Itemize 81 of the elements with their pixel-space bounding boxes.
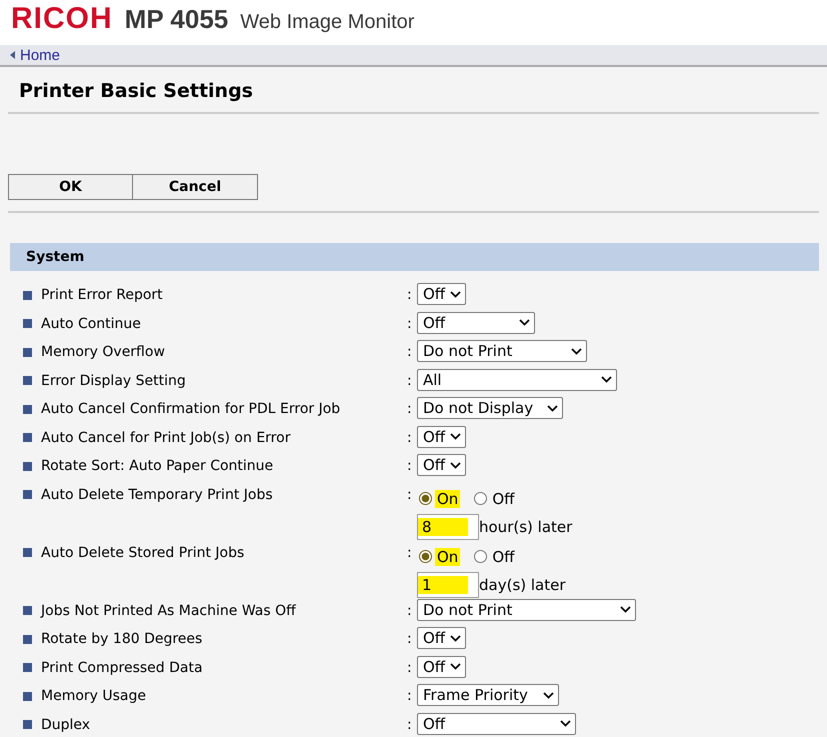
bullet-icon [23, 376, 32, 385]
chevron-icon [601, 376, 612, 383]
setting-label: Memory Overflow [41, 344, 165, 360]
setting-label: Auto Cancel for Print Job(s) on Error [41, 430, 290, 446]
setting-label: Print Error Report [41, 287, 163, 303]
dropdown[interactable]: Off [417, 312, 535, 334]
colon: : [407, 658, 413, 678]
bullet-icon [23, 548, 32, 557]
page-title: Printer Basic Settings [18, 79, 254, 104]
chevron-icon [543, 692, 554, 698]
setting-label: Duplex [41, 716, 90, 732]
bullet-icon [23, 462, 32, 470]
colon: : [407, 687, 413, 706]
setting-label: Rotate by 180 Degrees [41, 631, 202, 647]
setting-label: Auto Delete Temporary Print Jobs [41, 486, 273, 502]
bullet-icon [23, 720, 32, 729]
chevron-icon [571, 348, 582, 354]
dropdown[interactable]: Do not Print [417, 340, 587, 362]
setting-label: Auto Cancel Confirmation for PDL Error Job [41, 401, 340, 417]
caret-icon [10, 51, 15, 59]
bullet-icon [23, 433, 32, 442]
colon: : [407, 544, 413, 562]
setting-label: Jobs Not Printed As Machine Was Off [41, 602, 296, 618]
dropdown[interactable]: Off [417, 627, 466, 649]
dropdown[interactable]: Frame Priority [417, 684, 559, 706]
bullet-icon [23, 490, 32, 499]
colon: : [407, 457, 413, 476]
chevron-icon [620, 606, 631, 613]
dropdown[interactable]: Off [417, 454, 466, 476]
dropdown[interactable]: Off [417, 283, 466, 305]
dropdown[interactable]: All [417, 368, 617, 390]
section-header: System [10, 243, 819, 271]
setting-label: Rotate Sort: Auto Paper Continue [41, 458, 274, 474]
colon: : [407, 602, 413, 620]
bullet-icon [23, 290, 32, 300]
setting-label: Error Display Setting [41, 372, 186, 388]
colon: : [407, 372, 413, 390]
setting-label: Auto Delete Stored Print Jobs [41, 544, 244, 560]
bullet-icon [23, 606, 32, 615]
chevron-icon [450, 290, 461, 298]
bullet-icon [23, 404, 32, 414]
dropdown[interactable]: Off [417, 426, 466, 448]
radio-option[interactable]: Off [472, 490, 518, 508]
radio-option[interactable]: Off [472, 548, 518, 566]
colon: : [407, 630, 413, 649]
colon: : [407, 428, 413, 448]
chevron-icon [450, 433, 461, 440]
colon: : [407, 486, 413, 504]
chevron-icon [450, 663, 461, 670]
unit-label: day(s) later [479, 576, 566, 594]
dropdown[interactable]: Off [417, 712, 576, 734]
brand-logo: RICOH [11, 2, 113, 36]
colon: : [407, 343, 413, 362]
bullet-icon [23, 692, 32, 700]
bullet-icon [23, 319, 32, 328]
bullet-icon [23, 634, 32, 644]
product-name: Web Image Monitor [240, 11, 414, 34]
home-link[interactable]: Home [20, 46, 60, 64]
dropdown[interactable]: Do not Print [417, 598, 636, 620]
bullet-icon [23, 663, 32, 672]
colon: : [407, 314, 413, 334]
chevron-icon [560, 720, 571, 727]
chevron-icon [547, 404, 558, 412]
dropdown[interactable]: Off [417, 656, 466, 678]
input-field[interactable]: 1 [417, 572, 479, 598]
dropdown[interactable]: Do not Display [417, 397, 563, 419]
ok-button[interactable]: OK [8, 174, 133, 200]
unit-label: hour(s) later [479, 518, 572, 536]
cancel-button[interactable]: Cancel [133, 174, 258, 200]
colon: : [407, 286, 413, 305]
setting-label: Auto Continue [41, 316, 141, 332]
colon: : [407, 716, 413, 734]
colon: : [407, 400, 413, 419]
setting-label: Print Compressed Data [41, 660, 203, 676]
chevron-icon [519, 319, 530, 326]
chevron-icon [450, 634, 461, 642]
chevron-icon [450, 462, 461, 468]
model-name: MP 4055 [124, 4, 228, 35]
bullet-icon [23, 348, 32, 356]
setting-label: Memory Usage [41, 688, 146, 704]
input-field[interactable]: 8 [417, 514, 479, 540]
